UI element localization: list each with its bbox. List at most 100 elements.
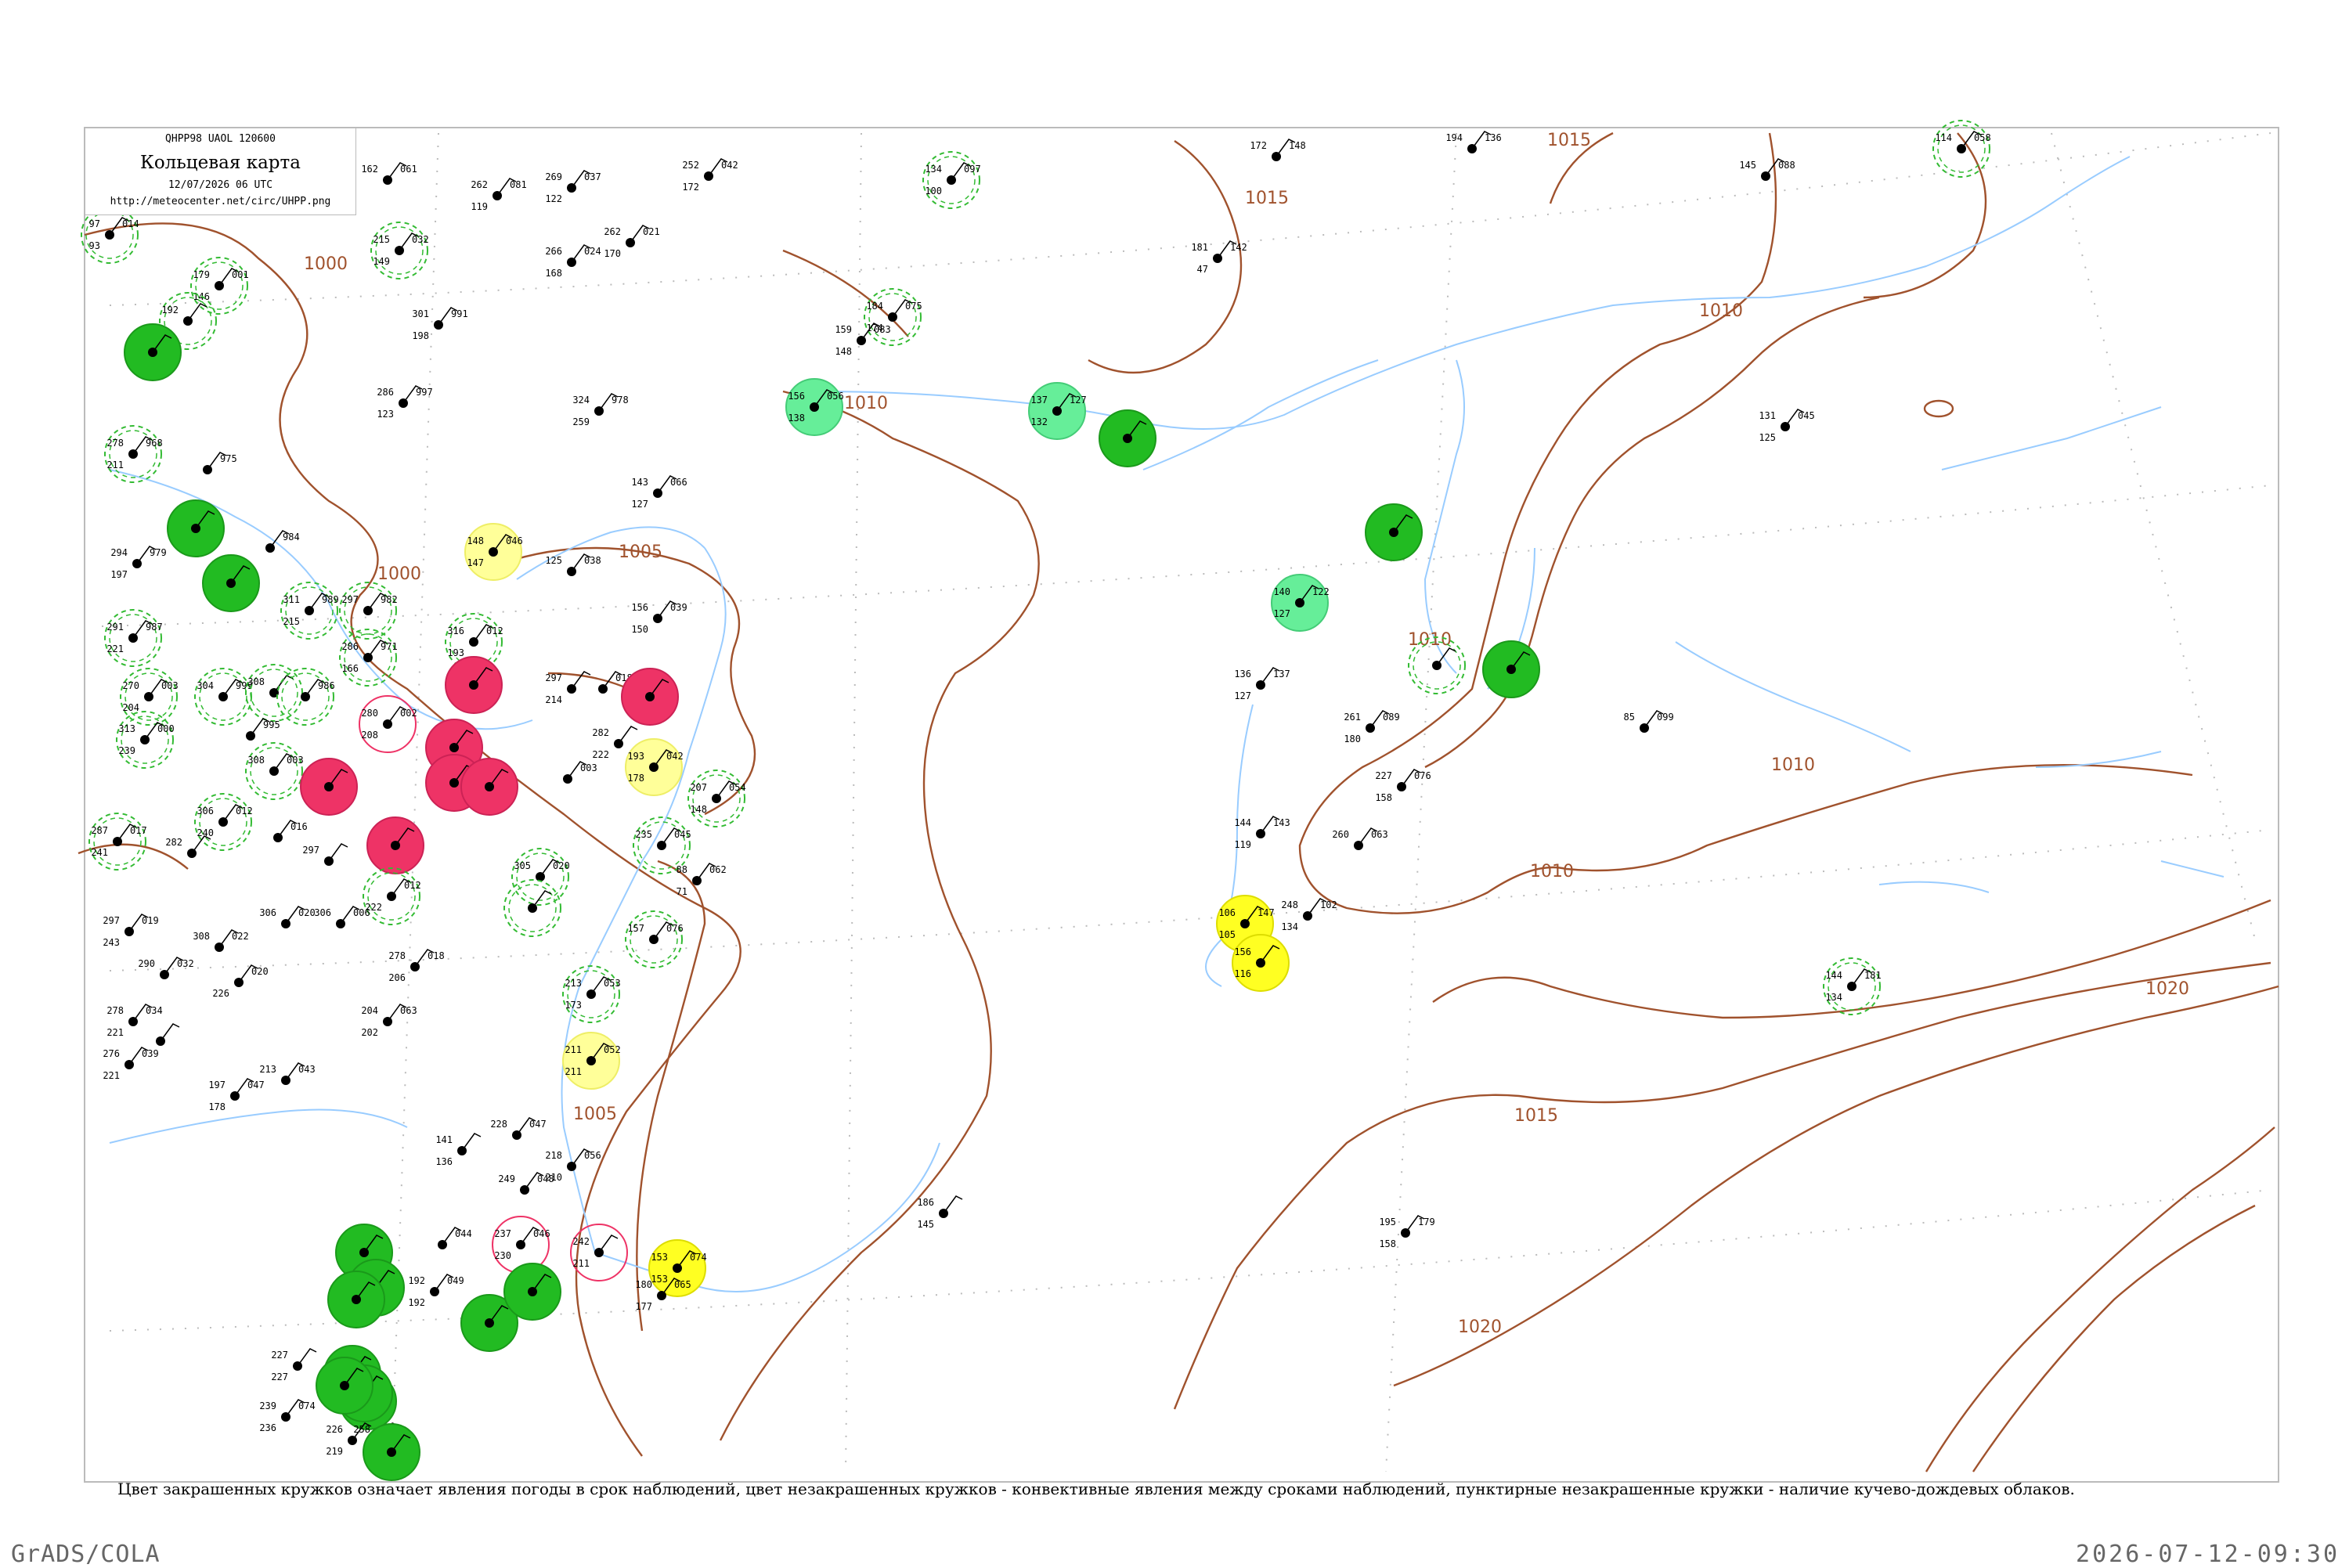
isobar-label: 1010	[1699, 301, 1743, 321]
station-dewpoint: 71	[677, 886, 687, 897]
station-pressure: 003	[580, 762, 597, 773]
station-dewpoint: 122	[545, 193, 562, 204]
station-temperature: 324	[572, 395, 590, 406]
footer-software: GrADS/COLA	[11, 1541, 161, 1568]
station-temperature: 186	[917, 1197, 934, 1208]
station-plot: 290 032	[138, 957, 194, 979]
station-plot: 308 022	[193, 929, 249, 952]
station-pressure: 039	[670, 602, 687, 613]
isobar-label: 1005	[619, 542, 662, 562]
isobar-label: 1015	[1245, 189, 1289, 208]
station-dewpoint: 47	[1197, 264, 1208, 275]
station-temperature: 262	[604, 226, 621, 237]
station-plot: 156 138 056	[785, 378, 844, 436]
station-plot: 308 003	[245, 742, 304, 800]
station-pressure: 089	[1383, 712, 1400, 723]
station-pressure: 142	[1230, 242, 1247, 253]
station-pressure: 049	[447, 1275, 464, 1286]
station-temperature: 215	[373, 234, 390, 245]
station-plot: 125 038	[545, 553, 601, 576]
station-dewpoint: 148	[835, 346, 852, 357]
source-url[interactable]: http://meteocenter.net/circ/UHPP.png	[85, 196, 355, 207]
station-dewpoint: 226	[212, 988, 229, 999]
station-plot: 192 192 049	[408, 1274, 464, 1308]
map-title: Кольцевая карта	[140, 153, 301, 173]
station-temperature: 156	[788, 391, 805, 402]
station-temperature: 213	[259, 1064, 276, 1075]
station-dewpoint: 149	[373, 256, 390, 267]
station-plot	[366, 816, 424, 874]
station-pressure: 088	[1778, 160, 1795, 171]
station-dewpoint: 119	[471, 201, 488, 212]
station-plot: 306240012	[194, 793, 253, 851]
station-plot	[621, 668, 679, 726]
station-temperature: 237	[494, 1228, 511, 1239]
station-temperature: 184	[866, 301, 883, 312]
station-plot: 227 158 076	[1375, 769, 1431, 803]
rivers	[109, 156, 2225, 1292]
station-dewpoint: 177	[635, 1301, 652, 1312]
station-temperature: 227	[271, 1350, 288, 1361]
station-temperature: 85	[1624, 712, 1635, 723]
synoptic-map: 1000 1000 1005 1005 1010 1010 1010 1010 …	[78, 120, 2279, 1483]
station-dewpoint: 158	[1375, 792, 1392, 803]
station-dewpoint: 138	[788, 413, 805, 424]
station-plot: 286 123 997	[377, 385, 433, 420]
station-plot: 85 099	[1624, 710, 1674, 733]
station-pressure: 984	[283, 532, 300, 542]
station-temperature: 227	[1375, 770, 1392, 781]
station-temperature: 157	[627, 923, 644, 934]
station-pressure: 148	[1289, 140, 1306, 151]
station-plot: 162 061	[361, 162, 417, 185]
station-pressure: 127	[1070, 395, 1087, 406]
station-temperature: 197	[208, 1080, 226, 1090]
isobar-label: 1000	[304, 254, 348, 274]
station-pressure: 042	[666, 751, 684, 762]
station-plot: 172 148	[1250, 139, 1306, 161]
station-dewpoint: 239	[118, 745, 135, 756]
station-dewpoint: 178	[208, 1101, 226, 1112]
station-plot: 136 127 137	[1234, 667, 1290, 701]
station-pressure: 032	[412, 234, 429, 245]
station-temperature: 301	[412, 308, 429, 319]
station-pressure: 018	[428, 950, 445, 961]
station-dewpoint: 93	[89, 240, 100, 251]
station-plot: 003	[563, 761, 597, 784]
station-temperature: 297	[341, 594, 359, 605]
station-temperature: 181	[1191, 242, 1208, 253]
station-temperature: 304	[197, 680, 214, 691]
station-dewpoint: 198	[412, 330, 429, 341]
station-temperature: 143	[631, 477, 648, 488]
isobar-label: 1010	[1530, 862, 1574, 881]
station-pressure: 099	[1657, 712, 1674, 723]
station-dewpoint: 170	[604, 248, 621, 259]
station-pressure: 024	[584, 246, 601, 257]
station-plot: 140 127 122	[1271, 574, 1330, 632]
station-dewpoint: 243	[103, 937, 120, 948]
station-temperature: 137	[1030, 395, 1048, 406]
station-temperature: 308	[247, 755, 265, 766]
station-dewpoint: 204	[122, 702, 139, 713]
station-pressure: 045	[1798, 410, 1815, 421]
station-plot: 249 048	[498, 1172, 554, 1195]
station-plot	[316, 1357, 373, 1415]
station-plot: 143 127 066	[631, 475, 687, 510]
isobar-label: 1015	[1514, 1106, 1558, 1126]
station-temperature: 294	[110, 547, 128, 558]
station-dewpoint: 197	[110, 569, 128, 580]
station-plot: 239 236 074	[259, 1399, 316, 1433]
station-plot: 262 119 081	[471, 178, 527, 212]
station-plot: 324 259 978	[572, 393, 629, 427]
station-pressure: 179	[1418, 1217, 1435, 1227]
station-plot: 297	[302, 843, 348, 866]
station-pressure: 054	[729, 782, 746, 793]
station-plot: 145 088	[1739, 158, 1795, 181]
station-pressure: 143	[1273, 817, 1290, 828]
station-temperature: 192	[408, 1275, 425, 1286]
station-pressure: 081	[510, 179, 527, 190]
station-pressure: 037	[584, 171, 601, 182]
station-plot: 313 239 000	[116, 711, 175, 769]
station-plot: 301 198 991	[412, 307, 468, 341]
station-dewpoint: 215	[283, 616, 300, 627]
map-date: 12/07/2026 06 UTC	[168, 179, 273, 191]
